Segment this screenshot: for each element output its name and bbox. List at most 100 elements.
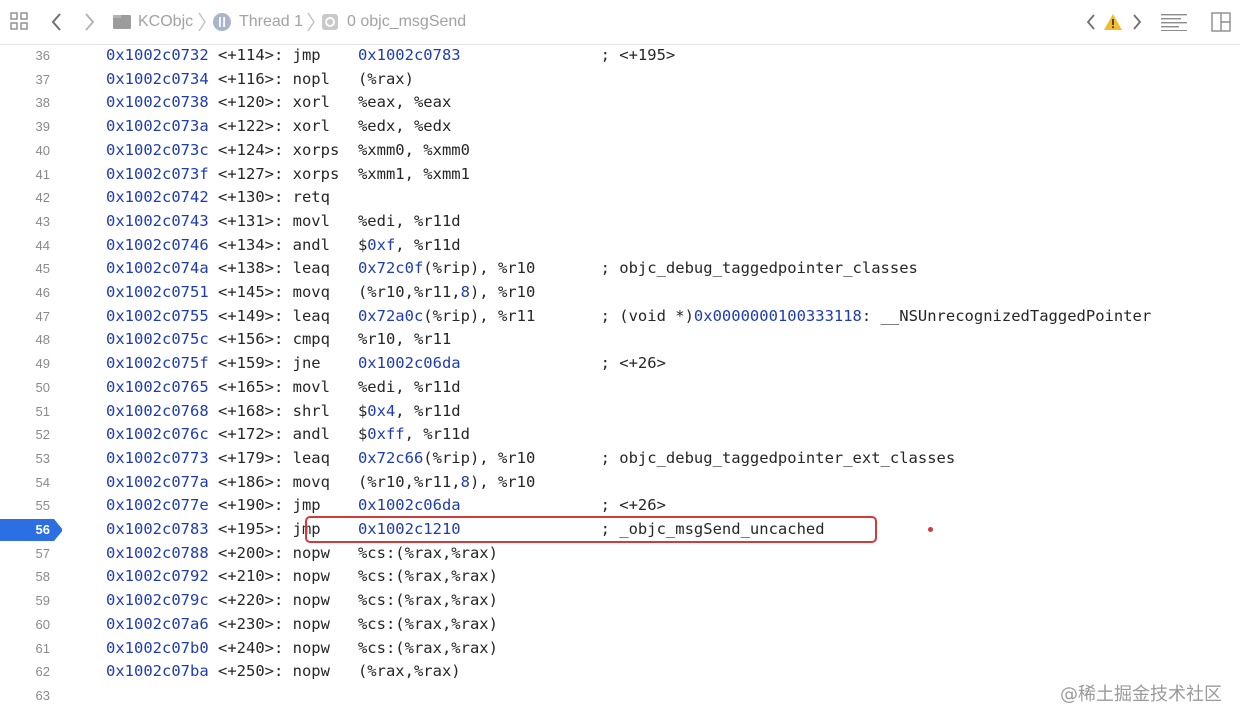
code-token: <+200>: nopw %cs:(%rax,%rax) bbox=[208, 543, 498, 562]
line-number[interactable]: 51 bbox=[0, 400, 50, 424]
code-token: <+138>: leaq bbox=[208, 259, 358, 278]
address-token: 0x1002c06da bbox=[357, 496, 461, 515]
breadcrumb-thread[interactable]: Thread 1 bbox=[239, 10, 303, 34]
code-line: 44 0x1002c0746 <+134>: andl $0xf, %r11d bbox=[0, 234, 1240, 258]
line-number[interactable]: 63 bbox=[0, 684, 50, 708]
code-token: <+145>: movq (%r10,%r11, bbox=[208, 283, 461, 301]
code-token: <+172>: andl $ bbox=[208, 425, 368, 444]
forward-chevron-icon[interactable] bbox=[78, 10, 100, 34]
address-token: 0x4 bbox=[367, 401, 396, 420]
instruction-text: 0x1002c0738 <+120>: xorl %eax, %eax bbox=[106, 91, 451, 115]
address-token: 0x1002c0768 bbox=[106, 401, 209, 420]
code-token: ; <+26> bbox=[460, 496, 666, 515]
line-number[interactable]: 44 bbox=[0, 234, 50, 258]
code-token: ; <+26> bbox=[460, 354, 666, 373]
instruction-text: 0x1002c07ba <+250>: nopw (%rax,%rax) bbox=[106, 660, 461, 684]
line-number[interactable]: 36 bbox=[0, 44, 50, 68]
address-token: 8 bbox=[460, 472, 470, 491]
annotation-highlight-box bbox=[305, 516, 877, 543]
line-number[interactable]: 48 bbox=[0, 328, 50, 352]
line-number[interactable]: 39 bbox=[0, 115, 50, 139]
code-line: 62 0x1002c07ba <+250>: nopw (%rax,%rax) bbox=[0, 660, 1240, 684]
add-editor-split-icon[interactable] bbox=[1210, 11, 1232, 33]
code-token: <+122>: xorl %edx, %edx bbox=[208, 117, 452, 136]
warning-icon[interactable] bbox=[1102, 11, 1124, 33]
instruction-text: 0x1002c077a <+186>: movq (%r10,%r11,8), … bbox=[106, 471, 535, 495]
instruction-text: 0x1002c07b0 <+240>: nopw %cs:(%rax,%rax) bbox=[106, 637, 498, 661]
line-number[interactable]: 49 bbox=[0, 352, 50, 376]
address-token: 0xf bbox=[367, 235, 396, 254]
breadcrumb-thread-label: Thread 1 bbox=[239, 13, 304, 30]
code-line: 43 0x1002c0743 <+131>: movl %edi, %r11d bbox=[0, 210, 1240, 234]
code-token: <+250>: nopw (%rax,%rax) bbox=[208, 662, 461, 681]
disassembly-editor[interactable]: 36 0x1002c0732 <+114>: jmp 0x1002c0783 ; … bbox=[0, 44, 1240, 724]
line-number[interactable]: 45 bbox=[0, 257, 50, 281]
instruction-text: 0x1002c0746 <+134>: andl $0xf, %r11d bbox=[106, 234, 461, 258]
line-number[interactable]: 46 bbox=[0, 281, 50, 305]
code-token: <+190>: jmp bbox=[208, 496, 358, 515]
code-line: 59 0x1002c079c <+220>: nopw %cs:(%rax,%ra… bbox=[0, 589, 1240, 613]
address-token: 0x1002c06da bbox=[357, 354, 461, 373]
jump-bar: KCObjc Thread 1 0 objc_msgSend bbox=[0, 0, 1240, 45]
line-number[interactable]: 41 bbox=[0, 163, 50, 187]
code-line: 56 0x1002c0783 <+195>: jmp 0x1002c1210 ; … bbox=[0, 516, 1240, 543]
breadcrumb-frame[interactable]: 0 objc_msgSend bbox=[347, 10, 466, 34]
code-line: 45 0x1002c074a <+138>: leaq 0x72c0f(%rip)… bbox=[0, 257, 1240, 281]
line-number[interactable]: 54 bbox=[0, 471, 50, 495]
code-token: <+127>: xorps %xmm1, %xmm1 bbox=[208, 164, 470, 183]
code-line: 41 0x1002c073f <+127>: xorps %xmm1, %xmm1 bbox=[0, 163, 1240, 187]
code-line: 37 0x1002c0734 <+116>: nopl (%rax) bbox=[0, 68, 1240, 92]
line-number[interactable]: 61 bbox=[0, 637, 50, 661]
line-number[interactable]: 47 bbox=[0, 305, 50, 329]
address-token: 0x72c0f bbox=[357, 259, 424, 278]
code-line: 48 0x1002c075c <+156>: cmpq %r10, %r11 bbox=[0, 328, 1240, 352]
breadcrumb-separator-icon bbox=[306, 10, 316, 34]
instruction-text: 0x1002c0743 <+131>: movl %edi, %r11d bbox=[106, 210, 461, 234]
code-token: ), %r10 bbox=[469, 472, 536, 491]
line-number[interactable]: 38 bbox=[0, 91, 50, 115]
address-token: 0x1002c0755 bbox=[106, 306, 209, 325]
instruction-text: 0x1002c07a6 <+230>: nopw %cs:(%rax,%rax) bbox=[106, 613, 498, 637]
code-token: <+240>: nopw %cs:(%rax,%rax) bbox=[208, 638, 498, 657]
line-number[interactable]: 56 bbox=[0, 518, 50, 542]
code-token: <+124>: xorps %xmm0, %xmm0 bbox=[208, 140, 470, 159]
code-token: <+156>: cmpq %r10, %r11 bbox=[208, 330, 452, 349]
line-number[interactable]: 58 bbox=[0, 565, 50, 589]
line-number[interactable]: 53 bbox=[0, 447, 50, 471]
line-number[interactable]: 55 bbox=[0, 494, 50, 518]
instruction-text: 0x1002c0773 <+179>: leaq 0x72c66(%rip), … bbox=[106, 447, 955, 471]
line-number[interactable]: 43 bbox=[0, 210, 50, 234]
breadcrumb-project[interactable]: KCObjc bbox=[138, 10, 193, 34]
instruction-text: 0x1002c074a <+138>: leaq 0x72c0f(%rip), … bbox=[106, 257, 918, 281]
code-line: 58 0x1002c0792 <+210>: nopw %cs:(%rax,%ra… bbox=[0, 565, 1240, 589]
code-line: 50 0x1002c0765 <+165>: movl %edi, %r11d bbox=[0, 376, 1240, 400]
back-chevron-icon[interactable] bbox=[46, 10, 68, 34]
instruction-text: 0x1002c073a <+122>: xorl %edx, %edx bbox=[106, 115, 451, 139]
line-number[interactable]: 40 bbox=[0, 139, 50, 163]
line-number[interactable]: 60 bbox=[0, 613, 50, 637]
address-token: 0x1002c0734 bbox=[106, 69, 209, 88]
address-token: 0x1002c0788 bbox=[106, 543, 209, 562]
previous-issue-chevron-icon[interactable] bbox=[1082, 10, 1100, 34]
instruction-text: 0x1002c0788 <+200>: nopw %cs:(%rax,%rax) bbox=[106, 542, 498, 566]
line-number[interactable]: 37 bbox=[0, 68, 50, 92]
related-items-grid-icon[interactable] bbox=[8, 10, 30, 32]
code-token: (%rip), %r11 ; (void *) bbox=[423, 306, 694, 325]
address-token: 0x1002c077a bbox=[106, 472, 209, 491]
line-number[interactable]: 50 bbox=[0, 376, 50, 400]
code-line: 51 0x1002c0768 <+168>: shrl $0x4, %r11d bbox=[0, 400, 1240, 424]
next-issue-chevron-icon[interactable] bbox=[1128, 10, 1146, 34]
line-number[interactable]: 57 bbox=[0, 542, 50, 566]
line-number[interactable]: 52 bbox=[0, 423, 50, 447]
code-token: ), %r10 bbox=[469, 283, 536, 301]
code-line: 61 0x1002c07b0 <+240>: nopw %cs:(%rax,%ra… bbox=[0, 637, 1240, 661]
editor-options-lines-icon[interactable] bbox=[1160, 12, 1188, 32]
code-line: 39 0x1002c073a <+122>: xorl %edx, %edx bbox=[0, 115, 1240, 139]
code-line: 40 0x1002c073c <+124>: xorps %xmm0, %xmm0 bbox=[0, 139, 1240, 163]
line-number[interactable]: 59 bbox=[0, 589, 50, 613]
line-number[interactable]: 62 bbox=[0, 660, 50, 684]
code-token: <+120>: xorl %eax, %eax bbox=[208, 93, 452, 112]
line-number[interactable]: 42 bbox=[0, 186, 50, 210]
instruction-text: 0x1002c077e <+190>: jmp 0x1002c06da ; <+… bbox=[106, 494, 666, 518]
code-token: <+230>: nopw %cs:(%rax,%rax) bbox=[208, 614, 498, 633]
